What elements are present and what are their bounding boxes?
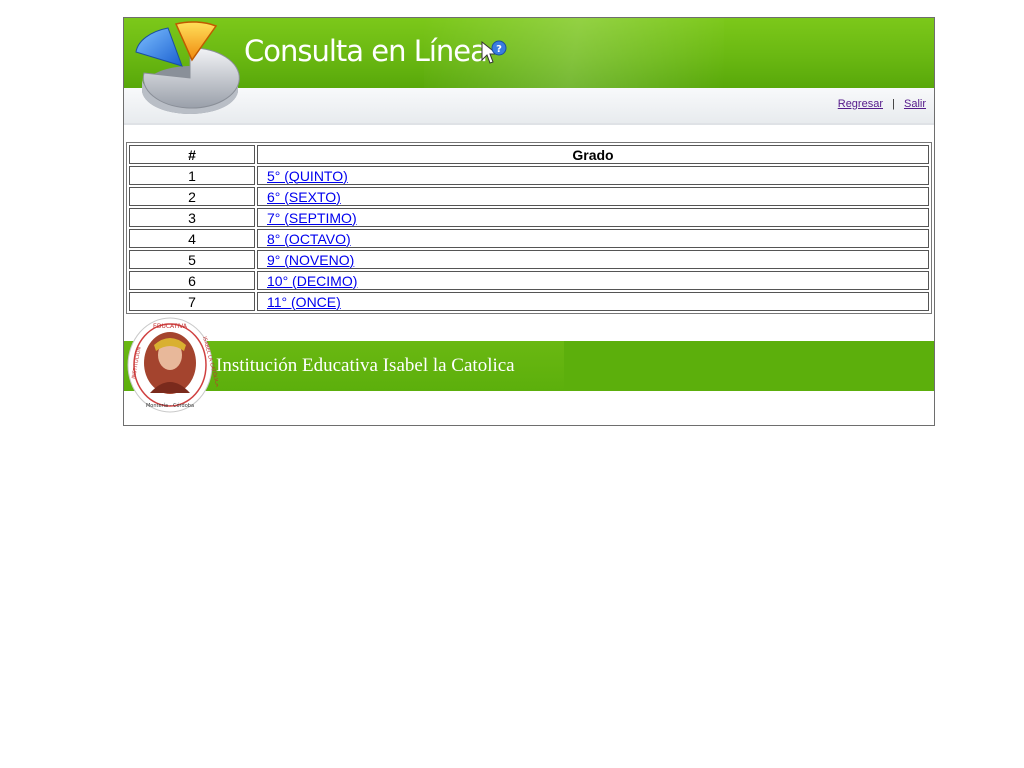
table-header-row: # Grado <box>129 145 929 164</box>
header-nav: Regresar | Salir <box>838 98 926 110</box>
grade-cell: 11° (ONCE) <box>257 292 929 311</box>
help-cursor-icon: ? <box>481 40 507 64</box>
table-row: 6 10° (DECIMO) <box>129 271 929 290</box>
header-subbar <box>124 88 934 125</box>
column-header-grade: Grado <box>257 145 929 164</box>
school-seal-icon: EDUCATIVA Montería - Córdoba INSTITUCIÓN… <box>127 317 218 413</box>
grade-link[interactable]: 5° (QUINTO) <box>267 168 348 184</box>
row-number: 4 <box>129 229 255 248</box>
footer-band-right <box>564 341 934 391</box>
school-name: Institución Educativa Isabel la Catolica <box>216 355 515 376</box>
seal-top-text: EDUCATIVA <box>153 323 188 330</box>
table-row: 2 6° (SEXTO) <box>129 187 929 206</box>
row-number: 2 <box>129 187 255 206</box>
row-number: 5 <box>129 250 255 269</box>
grades-table: # Grado 1 5° (QUINTO) 2 6° (SEXTO) 3 7° … <box>126 142 932 314</box>
grade-cell: 6° (SEXTO) <box>257 187 929 206</box>
row-number: 7 <box>129 292 255 311</box>
footer-banner: EDUCATIVA Montería - Córdoba INSTITUCIÓN… <box>124 315 934 425</box>
seal-bottom-text: Montería - Córdoba <box>146 402 194 409</box>
pie-chart-logo-icon <box>135 21 240 114</box>
svg-text:?: ? <box>496 44 502 55</box>
nav-separator: | <box>892 98 895 110</box>
row-number: 1 <box>129 166 255 185</box>
row-number: 3 <box>129 208 255 227</box>
grade-link[interactable]: 11° (ONCE) <box>267 294 341 310</box>
back-link[interactable]: Regresar <box>838 98 883 110</box>
column-header-number: # <box>129 145 255 164</box>
row-number: 6 <box>129 271 255 290</box>
page-frame: Consulta en Línea ? Regresar | Salir # G… <box>123 17 935 426</box>
grade-cell: 10° (DECIMO) <box>257 271 929 290</box>
grade-link[interactable]: 10° (DECIMO) <box>267 273 357 289</box>
grade-cell: 9° (NOVENO) <box>257 250 929 269</box>
grade-cell: 7° (SEPTIMO) <box>257 208 929 227</box>
grade-link[interactable]: 6° (SEXTO) <box>267 189 341 205</box>
exit-link[interactable]: Salir <box>904 98 926 110</box>
table-row: 3 7° (SEPTIMO) <box>129 208 929 227</box>
grade-cell: 5° (QUINTO) <box>257 166 929 185</box>
grade-link[interactable]: 8° (OCTAVO) <box>267 231 351 247</box>
table-row: 4 8° (OCTAVO) <box>129 229 929 248</box>
table-row: 7 11° (ONCE) <box>129 292 929 311</box>
grade-link[interactable]: 9° (NOVENO) <box>267 252 354 268</box>
grade-cell: 8° (OCTAVO) <box>257 229 929 248</box>
app-title: Consulta en Línea <box>244 34 488 68</box>
table-row: 5 9° (NOVENO) <box>129 250 929 269</box>
grade-link[interactable]: 7° (SEPTIMO) <box>267 210 357 226</box>
table-row: 1 5° (QUINTO) <box>129 166 929 185</box>
